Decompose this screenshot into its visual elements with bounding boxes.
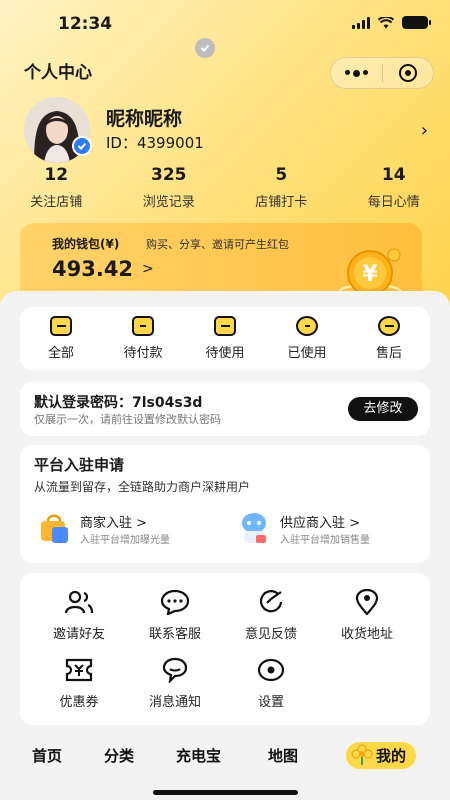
status-time: 12:34	[58, 14, 113, 34]
service-settings[interactable]: 设置	[226, 657, 316, 710]
more-button[interactable]	[331, 58, 382, 88]
drag-handle-icon[interactable]	[195, 38, 215, 58]
service-label: 优惠券	[59, 695, 99, 710]
tab-home[interactable]: 首页	[32, 745, 62, 766]
platform-apply-card: 平台入驻申请 从流量到留存，全链路助力商户深耕用户 商家入驻 > 入驻平台增加曝…	[20, 445, 430, 563]
service-shipping-address[interactable]: 收货地址	[322, 589, 412, 642]
message-icon	[162, 657, 188, 683]
tab-map[interactable]: 地图	[268, 745, 298, 766]
platform-subtitle: 从流量到留存，全链路助力商户深耕用户	[34, 480, 251, 494]
feedback-icon	[259, 590, 283, 613]
order-used[interactable]: 已使用	[266, 316, 348, 361]
profile-chevron-right-icon[interactable]: ›	[421, 120, 428, 141]
flower-icon	[351, 744, 373, 765]
wallet-chevron-icon: >	[142, 261, 154, 277]
tab-power-bank[interactable]: 充电宝	[176, 745, 221, 766]
stat-shop-checkin[interactable]: 5 店铺打卡	[225, 165, 338, 210]
change-password-button[interactable]: 去修改	[348, 397, 418, 421]
stat-label: 店铺打卡	[255, 195, 308, 210]
order-to-use[interactable]: 待使用	[184, 316, 266, 361]
merchant-join-title: 商家入驻 >	[80, 516, 148, 531]
stat-label: 关注店铺	[30, 195, 83, 210]
exchange-icon	[378, 316, 400, 336]
home-indicator	[153, 790, 298, 795]
service-invite-friends[interactable]: 邀请好友	[34, 589, 124, 642]
stats-row: 12 关注店铺 325 浏览记录 5 店铺打卡 14 每日心情	[0, 165, 450, 210]
service-feedback[interactable]: 意见反馈	[226, 589, 316, 642]
tab-mine[interactable]: 我的	[346, 742, 417, 769]
stat-followed-shops[interactable]: 12 关注店铺	[0, 165, 113, 210]
battery-icon	[402, 16, 431, 29]
status-bar: 12:34	[0, 0, 450, 44]
verified-badge-icon	[72, 136, 92, 156]
stat-value: 325	[151, 165, 187, 185]
wallet-description: 购买、分享、邀请可产生红包	[146, 238, 289, 251]
stat-label: 浏览记录	[142, 195, 195, 210]
supplier-join-title: 供应商入驻 >	[280, 516, 361, 531]
tab-mine-label: 我的	[376, 747, 407, 765]
platform-title: 平台入驻申请	[34, 456, 125, 474]
mini-program-capsule	[330, 57, 434, 89]
wallet-amount: 493.42	[52, 257, 134, 281]
order-pending-payment[interactable]: 待付款	[102, 316, 184, 361]
tab-category[interactable]: 分类	[104, 745, 134, 766]
nickname: 昵称昵称	[106, 108, 183, 130]
clock-icon	[296, 316, 318, 336]
services-card: 邀请好友 联系客服 意见反馈 收货地址 优惠券 消息通知 设置	[20, 573, 430, 725]
close-mini-program-button[interactable]	[383, 58, 434, 88]
stat-value: 14	[381, 165, 406, 185]
stat-label: 每日心情	[367, 195, 420, 210]
chat-bubble-icon	[160, 589, 190, 615]
service-coupons[interactable]: 优惠券	[34, 657, 124, 710]
supplier-robot-icon	[242, 513, 266, 543]
service-message-notifications[interactable]: 消息通知	[130, 657, 220, 710]
invite-friends-icon	[64, 590, 94, 614]
ticket-icon	[214, 316, 236, 336]
supplier-join-desc: 入驻平台增加销售量	[280, 535, 370, 546]
shopping-bag-icon	[41, 514, 68, 543]
order-label: 已使用	[287, 346, 327, 361]
wallet-card-icon	[132, 316, 154, 336]
coupon-icon	[65, 658, 93, 682]
settings-eye-icon	[257, 658, 285, 682]
order-label: 待使用	[205, 346, 245, 361]
order-label: 售后	[375, 346, 402, 361]
password-hint: 仅展示一次，请前往设置修改默认密码	[34, 413, 221, 426]
service-label: 消息通知	[148, 695, 201, 710]
service-label: 收货地址	[340, 627, 393, 642]
password-title: 默认登录密码：7ls04s3d	[34, 395, 203, 411]
svg-text:¥: ¥	[362, 262, 378, 287]
user-id: ID：4399001	[106, 134, 204, 152]
wifi-icon	[378, 16, 394, 28]
service-contact-support[interactable]: 联系客服	[130, 589, 220, 642]
merchant-join-desc: 入驻平台增加曝光量	[80, 535, 170, 546]
wallet-label: 我的钱包(¥)	[52, 237, 120, 251]
stat-value: 5	[275, 165, 288, 185]
order-shortcuts-card: 全部 待付款 待使用 已使用 售后	[20, 307, 430, 370]
stat-value: 12	[44, 165, 69, 185]
default-password-card: 默认登录密码：7ls04s3d 仅展示一次，请前往设置修改默认密码 去修改	[20, 382, 430, 436]
service-label: 联系客服	[148, 627, 201, 642]
order-after-sales[interactable]: 售后	[348, 316, 430, 361]
stat-browse-history[interactable]: 325 浏览记录	[113, 165, 226, 210]
location-pin-icon	[355, 589, 379, 615]
service-label: 意见反馈	[244, 627, 297, 642]
service-label: 设置	[257, 695, 284, 710]
status-icons	[352, 16, 431, 29]
more-dots-icon	[344, 69, 368, 77]
service-label: 邀请好友	[52, 627, 105, 642]
close-target-icon	[398, 64, 417, 82]
order-label: 全部	[47, 346, 74, 361]
order-label: 待付款	[123, 346, 163, 361]
order-all[interactable]: 全部	[20, 316, 102, 361]
stat-daily-mood[interactable]: 14 每日心情	[338, 165, 450, 210]
order-all-icon	[50, 316, 72, 336]
page-title: 个人中心	[24, 63, 92, 83]
signal-icon	[352, 16, 370, 29]
